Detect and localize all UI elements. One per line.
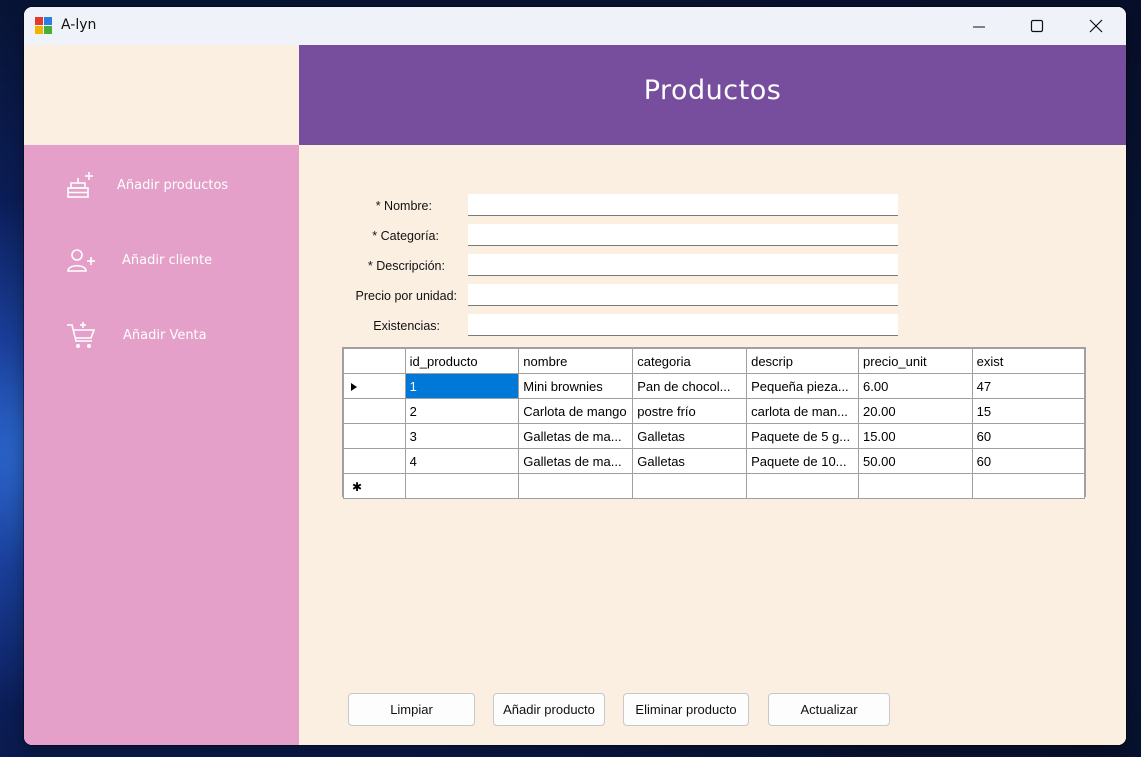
row-header[interactable] (343, 423, 406, 449)
maximize-icon (1030, 19, 1044, 33)
table-cell[interactable] (746, 473, 860, 499)
table-cell[interactable]: 1 (404, 373, 520, 399)
table-cell[interactable]: 15.00 (858, 423, 973, 449)
table-cell[interactable]: 20.00 (858, 398, 973, 424)
table-cell[interactable]: Galletas de ma... (518, 423, 634, 449)
table-cell[interactable]: Paquete de 10... (746, 448, 860, 474)
table-cell[interactable]: 50.00 (858, 448, 973, 474)
label-descripcion: * Descripción: (367, 259, 445, 273)
table-row[interactable]: 2 Carlota de mango postre frío carlota d… (343, 398, 1086, 424)
table-cell[interactable]: 2 (404, 398, 520, 424)
row-header[interactable] (343, 398, 406, 424)
sidebar-item-add-sale[interactable]: Añadir Venta (64, 319, 284, 353)
title-bar[interactable]: A-lyn (24, 7, 1126, 45)
table-cell[interactable]: 15 (971, 398, 1086, 424)
new-row[interactable]: ✱ (343, 473, 1086, 499)
label-categoria: * Categoría: (372, 229, 439, 243)
table-cell[interactable]: Pequeña pieza... (746, 373, 860, 399)
clear-button[interactable]: Limpiar (348, 693, 475, 726)
app-icon (35, 17, 52, 34)
new-row-asterisk-icon: ✱ (352, 479, 363, 494)
table-cell[interactable]: Galletas de ma... (518, 448, 634, 474)
row-header[interactable] (343, 448, 406, 474)
maximize-button[interactable] (1008, 7, 1066, 45)
descripcion-input[interactable] (468, 254, 898, 276)
sidebar-item-label: Añadir productos (117, 178, 229, 193)
column-header[interactable]: precio_unit (858, 348, 973, 374)
table-cell[interactable]: Mini brownies (518, 373, 634, 399)
table-cell[interactable]: 4 (404, 448, 520, 474)
row-header[interactable] (343, 373, 406, 399)
table-cell[interactable]: Pan de chocol... (632, 373, 748, 399)
minimize-icon (973, 26, 985, 28)
label-existencias: Existencias: (373, 319, 440, 333)
column-header[interactable]: nombre (518, 348, 634, 374)
products-table[interactable]: id_producto nombre categoria descrip pre… (342, 347, 1086, 499)
minimize-button[interactable] (950, 7, 1008, 45)
column-header[interactable]: id_producto (404, 348, 520, 374)
close-icon (1089, 19, 1103, 33)
table-cell[interactable]: carlota de man... (746, 398, 860, 424)
add-cart-icon (67, 322, 96, 348)
close-button[interactable] (1067, 7, 1125, 45)
sidebar-item-add-client[interactable]: Añadir cliente (64, 244, 284, 278)
precio-input[interactable] (468, 284, 898, 306)
categoria-input[interactable] (468, 224, 898, 246)
table-cell[interactable] (518, 473, 634, 499)
main-panel: * Nombre: * Categoría: * Descripción: Pr… (299, 145, 1126, 745)
table-row[interactable]: 3 Galletas de ma... Galletas Paquete de … (343, 423, 1086, 449)
table-cell[interactable]: Galletas (632, 423, 748, 449)
page-header: Productos (299, 45, 1126, 145)
add-cake-icon (67, 172, 93, 198)
column-header[interactable]: exist (971, 348, 1086, 374)
table-cell[interactable]: Paquete de 5 g... (746, 423, 860, 449)
table-cell[interactable]: Galletas (632, 448, 748, 474)
window-title: A-lyn (61, 17, 97, 33)
table-cell[interactable]: postre frío (632, 398, 748, 424)
table-header-row: id_producto nombre categoria descrip pre… (343, 348, 1086, 374)
label-precio: Precio por unidad: (355, 289, 457, 303)
table-row[interactable]: 1 Mini brownies Pan de chocol... Pequeña… (343, 373, 1086, 399)
column-header[interactable]: categoria (632, 348, 748, 374)
column-header[interactable]: descrip (746, 348, 860, 374)
table-cell[interactable]: 3 (404, 423, 520, 449)
add-user-icon (67, 249, 95, 272)
sidebar-item-label: Añadir cliente (122, 253, 213, 268)
table-row[interactable]: 4 Galletas de ma... Galletas Paquete de … (343, 448, 1086, 474)
update-button[interactable]: Actualizar (768, 693, 890, 726)
table-cell[interactable]: 6.00 (858, 373, 973, 399)
table-cell[interactable] (858, 473, 973, 499)
table-cell[interactable] (404, 473, 520, 499)
logo-area (24, 45, 299, 145)
table-cell[interactable]: Carlota de mango (518, 398, 634, 424)
table-cell[interactable]: 47 (971, 373, 1086, 399)
add-product-button[interactable]: Añadir producto (493, 693, 605, 726)
delete-product-button[interactable]: Eliminar producto (623, 693, 749, 726)
row-header[interactable]: ✱ (343, 473, 406, 499)
sidebar: Añadir productos Añadir cliente Añadir V… (24, 145, 299, 745)
table-cell[interactable] (632, 473, 748, 499)
table-cell[interactable] (971, 473, 1086, 499)
current-row-arrow-icon (351, 382, 357, 391)
nombre-input[interactable] (468, 194, 898, 216)
label-nombre: * Nombre: (375, 199, 432, 213)
row-header-corner (343, 348, 406, 374)
table-cell[interactable]: 60 (971, 448, 1086, 474)
sidebar-item-add-products[interactable]: Añadir productos (64, 169, 284, 203)
app-window: A-lyn Productos Añadir productos Añadir … (24, 7, 1126, 745)
sidebar-item-label: Añadir Venta (123, 328, 207, 343)
table-cell[interactable]: 60 (971, 423, 1086, 449)
page-title: Productos (643, 75, 782, 106)
existencias-input[interactable] (468, 314, 898, 336)
